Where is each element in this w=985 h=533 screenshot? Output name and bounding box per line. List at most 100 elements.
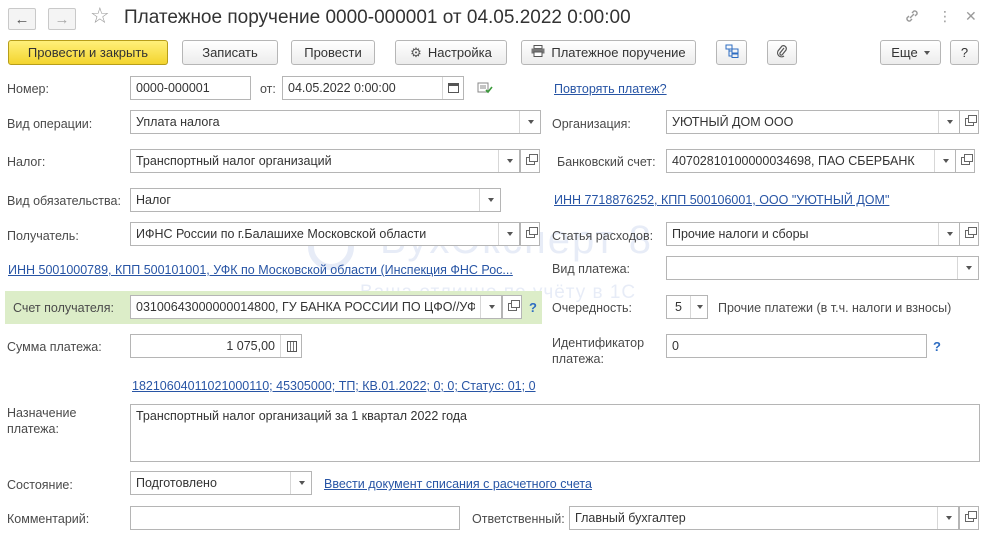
purpose-textarea[interactable]: Транспортный налог организаций за 1 квар… [130,404,980,462]
date-input[interactable]: 04.05.2022 0:00:00 [282,76,464,100]
open-icon [525,154,538,165]
responsible-dropdown[interactable] [937,507,958,529]
open-icon [964,115,977,126]
obligation-type-dropdown[interactable] [479,189,500,211]
tax-open-button[interactable] [520,149,540,173]
open-icon [507,300,520,311]
bank-account-open-button[interactable] [955,149,975,173]
priority-value: 5 [675,300,682,314]
recipient-account-label: Счет получателя: [13,301,114,315]
post-label: Провести [304,45,362,60]
repeat-payment-link[interactable]: Повторять платеж? [554,82,667,96]
recipient-dropdown[interactable] [498,223,519,245]
organization-label: Организация: [552,117,631,131]
priority-dropdown[interactable] [690,296,707,318]
chevron-down-icon [965,266,972,270]
open-icon [960,154,973,165]
purpose-value: Транспортный налог организаций за 1 квар… [136,409,468,423]
priority-select[interactable]: 5 [666,295,708,319]
page-title: Платежное поручение 0000-000001 от 04.05… [124,7,631,28]
identifier-input[interactable]: 0 [666,334,927,358]
operation-type-value: Уплата налога [136,115,220,129]
recipient-account-select[interactable]: 03100643000000014800, ГУ БАНКА РОССИИ ПО… [130,295,502,319]
close-icon[interactable]: ✕ [965,9,977,23]
bank-account-value: 40702810100000034698, ПАО СБЕРБАНК [672,154,915,168]
expense-item-dropdown[interactable] [938,223,959,245]
save-button[interactable]: Записать [182,40,278,65]
register-status-icon[interactable] [477,81,493,98]
tax-dropdown[interactable] [498,150,519,172]
recipient-open-button[interactable] [520,222,540,246]
settings-button[interactable]: ⚙ Настройка [395,40,507,65]
responsible-select[interactable]: Главный бухгалтер [569,506,959,530]
recipient-account-open-button[interactable] [502,295,522,319]
chevron-down-icon [923,50,930,55]
more-button[interactable]: Еще [880,40,941,65]
operation-type-select[interactable]: Уплата налога [130,110,541,134]
calendar-icon [448,83,459,93]
post-button[interactable]: Провести [291,40,375,65]
operation-type-dropdown[interactable] [519,111,540,133]
print-order-label: Платежное поручение [551,45,686,60]
responsible-label: Ответственный: [472,512,565,526]
obligation-type-select[interactable]: Налог [130,188,501,212]
recipient-account-dropdown[interactable] [480,296,501,318]
purpose-label-2: платежа: [7,422,59,436]
comment-input[interactable] [130,506,460,530]
amount-value: 1 075,00 [226,339,275,353]
obligation-type-value: Налог [136,193,171,207]
recipient-account-help[interactable]: ? [529,300,537,315]
structure-button[interactable] [716,40,747,65]
recipient-select[interactable]: ИФНС России по г.Балашихе Московской обл… [130,222,520,246]
help-button[interactable]: ? [950,40,979,65]
recipient-inn-link[interactable]: ИНН 5001000789, КПП 500101001, УФК по Мо… [8,263,513,277]
favorite-star-icon[interactable]: ☆ [90,5,110,27]
expense-item-select[interactable]: Прочие налоги и сборы [666,222,960,246]
status-select[interactable]: Подготовлено [130,471,312,495]
recipient-value: ИФНС России по г.Балашихе Московской обл… [136,227,427,241]
chevron-down-icon [946,120,953,124]
organization-dropdown[interactable] [938,111,959,133]
tax-select[interactable]: Транспортный налог организаций [130,149,520,173]
org-inn-link[interactable]: ИНН 7718876252, КПП 500106001, ООО "УЮТН… [554,193,889,207]
calculator-button[interactable] [280,335,301,357]
attach-button[interactable] [767,40,797,65]
number-input[interactable]: 0000-000001 [130,76,251,100]
date-label: от: [260,82,276,96]
more-vert-icon[interactable]: ⋮ [938,9,952,23]
identifier-help[interactable]: ? [933,339,941,354]
tax-details-link[interactable]: 18210604011021000110; 45305000; ТП; КВ.0… [132,379,536,393]
expense-item-value: Прочие налоги и сборы [672,227,809,241]
priority-label: Очередность: [552,301,632,315]
identifier-value: 0 [672,339,679,353]
organization-value: УЮТНЫЙ ДОМ ООО [672,115,794,129]
payment-type-select[interactable] [666,256,979,280]
tax-value: Транспортный налог организаций [136,154,332,168]
organization-open-button[interactable] [959,110,979,134]
write-off-link[interactable]: Ввести документ списания с расчетного сч… [324,477,592,491]
more-label: Еще [891,45,918,60]
bank-account-dropdown[interactable] [934,150,955,172]
status-dropdown[interactable] [290,472,311,494]
payment-type-dropdown[interactable] [957,257,978,279]
chevron-down-icon [298,481,305,485]
amount-input[interactable]: 1 075,00 [130,334,302,358]
calendar-button[interactable] [442,77,463,99]
post-and-close-label: Провести и закрыть [27,45,149,60]
responsible-open-button[interactable] [959,506,979,530]
post-and-close-button[interactable]: Провести и закрыть [8,40,168,65]
forward-button[interactable]: → [48,8,76,30]
comment-label: Комментарий: [7,512,90,526]
print-order-button[interactable]: Платежное поручение [521,40,696,65]
expense-item-open-button[interactable] [959,222,979,246]
expense-item-label: Статья расходов: [552,229,654,243]
link-icon[interactable] [904,8,920,27]
chevron-down-icon [696,305,703,309]
gear-icon: ⚙ [410,44,422,60]
printer-icon [531,45,545,60]
back-button[interactable]: ← [8,8,36,30]
organization-select[interactable]: УЮТНЫЙ ДОМ ООО [666,110,960,134]
operation-type-label: Вид операции: [7,117,93,131]
settings-label: Настройка [427,45,492,60]
bank-account-select[interactable]: 40702810100000034698, ПАО СБЕРБАНК [666,149,956,173]
